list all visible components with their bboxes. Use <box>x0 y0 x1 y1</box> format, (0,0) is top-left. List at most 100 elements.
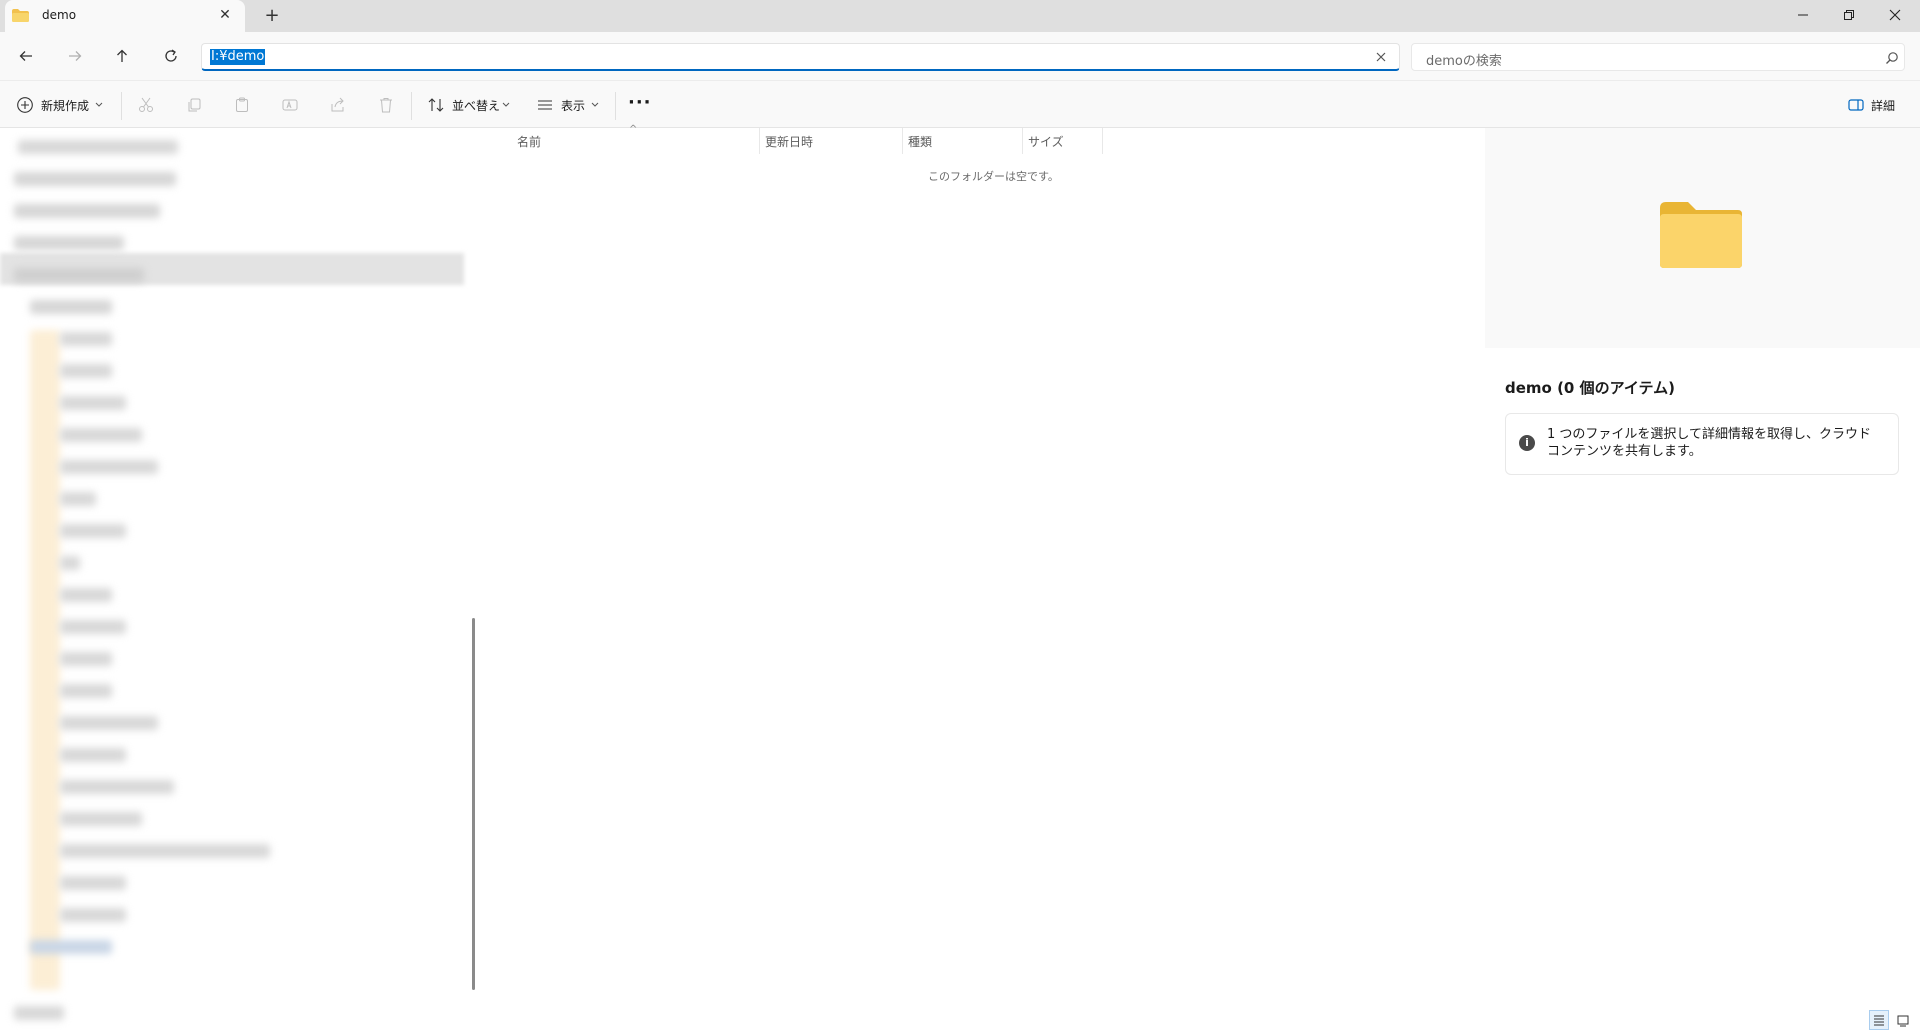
nav-item[interactable] <box>14 1006 64 1020</box>
close-icon <box>1889 9 1901 21</box>
nav-item[interactable] <box>60 812 142 826</box>
view-label[interactable]: 表示 <box>561 97 585 114</box>
nav-item[interactable] <box>60 716 158 730</box>
nav-item[interactable] <box>60 908 126 922</box>
cut-button[interactable] <box>136 95 156 115</box>
column-divider[interactable] <box>759 128 760 154</box>
minimize-icon <box>1798 14 1808 16</box>
clear-address-icon[interactable] <box>1373 49 1389 65</box>
arrow-left-icon <box>19 51 32 61</box>
back-button[interactable] <box>12 44 40 68</box>
details-label[interactable]: 詳細 <box>1871 97 1895 114</box>
forward-button[interactable] <box>61 44 89 68</box>
new-tab-button[interactable]: + <box>262 6 282 26</box>
search-placeholder[interactable]: demoの検索 <box>1426 50 1502 69</box>
nav-item[interactable] <box>18 140 178 154</box>
view-button[interactable] <box>535 95 555 115</box>
info-icon: i <box>1519 435 1535 451</box>
nav-item[interactable] <box>14 236 124 250</box>
large-icons-view-button[interactable] <box>1893 1010 1913 1030</box>
column-header-size[interactable]: サイズ <box>1028 133 1064 150</box>
nav-item[interactable] <box>60 396 126 410</box>
chevron-down-icon <box>95 102 103 107</box>
nav-item[interactable] <box>14 268 144 282</box>
column-divider[interactable] <box>1022 128 1023 154</box>
nav-item[interactable] <box>60 620 126 634</box>
close-window-button[interactable] <box>1872 0 1918 30</box>
nav-item[interactable] <box>60 428 142 442</box>
details-view-button[interactable] <box>1869 1010 1889 1030</box>
chevron-down-icon <box>502 102 510 107</box>
nav-item[interactable] <box>60 492 96 506</box>
nav-item[interactable] <box>30 300 112 314</box>
copy-button[interactable] <box>184 95 204 115</box>
minimize-button[interactable] <box>1780 0 1826 30</box>
restore-icon <box>1844 10 1854 20</box>
trash-icon <box>380 98 392 113</box>
details-info-text: 1 つのファイルを選択して詳細情報を取得し、クラウド コンテンツを共有します。 <box>1547 427 1872 459</box>
nav-item[interactable] <box>60 364 112 378</box>
tile-view-icon <box>1897 1015 1909 1027</box>
new-item-button[interactable] <box>15 95 35 115</box>
folder-icon <box>12 9 29 22</box>
search-icon[interactable] <box>1885 51 1899 65</box>
plus-circle-icon <box>17 97 33 113</box>
maximize-button[interactable] <box>1826 0 1872 30</box>
paste-button[interactable] <box>232 95 252 115</box>
sort-button[interactable] <box>426 95 446 115</box>
address-path[interactable]: I:¥demo <box>210 49 266 65</box>
nav-item[interactable] <box>60 780 174 794</box>
rename-button[interactable] <box>280 95 300 115</box>
details-pane-button[interactable] <box>1846 95 1866 115</box>
nav-item[interactable] <box>60 844 270 858</box>
column-header-modified[interactable]: 更新日時 <box>765 133 813 150</box>
up-button[interactable] <box>108 44 136 68</box>
chevron-down-icon <box>591 102 599 107</box>
large-folder-icon <box>1660 202 1742 268</box>
share-button[interactable] <box>328 95 348 115</box>
view-list-icon <box>538 100 552 110</box>
toolbar-divider <box>411 92 412 120</box>
tab-demo[interactable] <box>5 0 245 32</box>
nav-item[interactable] <box>60 332 112 346</box>
navigation-pane <box>0 128 472 1020</box>
column-divider[interactable] <box>1102 128 1103 154</box>
arrow-up-icon <box>117 49 127 62</box>
copy-icon <box>188 98 201 112</box>
nav-item[interactable] <box>14 204 160 218</box>
nav-item[interactable] <box>14 172 176 186</box>
column-header-type[interactable]: 種類 <box>908 133 932 150</box>
share-icon <box>331 97 344 112</box>
nav-item[interactable] <box>60 876 126 890</box>
details-info-card: i 1 つのファイルを選択して詳細情報を取得し、クラウド コンテンツを共有します… <box>1505 413 1899 475</box>
tab-close-icon[interactable]: ✕ <box>216 6 234 24</box>
address-bar[interactable]: I:¥demo <box>201 43 1400 71</box>
nav-item[interactable] <box>60 652 112 666</box>
empty-folder-message: このフォルダーは空です。 <box>928 170 1059 183</box>
nav-item[interactable] <box>60 748 126 762</box>
nav-item[interactable] <box>60 684 112 698</box>
more-options-button[interactable]: ··· <box>628 92 652 113</box>
column-divider[interactable] <box>902 128 903 154</box>
search-box[interactable]: demoの検索 <box>1411 43 1905 71</box>
toolbar-divider <box>121 92 122 120</box>
list-view-icon <box>1874 1015 1884 1026</box>
nav-item[interactable] <box>60 588 112 602</box>
folder-icons-column <box>30 330 60 990</box>
delete-button[interactable] <box>376 95 396 115</box>
column-header-name[interactable]: 名前 <box>517 133 541 150</box>
nav-item[interactable] <box>60 524 126 538</box>
refresh-button[interactable] <box>157 44 185 68</box>
nav-item[interactable] <box>60 460 158 474</box>
details-pane-icon <box>1848 99 1864 111</box>
arrow-right-icon <box>69 51 82 61</box>
navigation-scrollbar[interactable] <box>472 618 475 990</box>
clipboard-icon <box>236 97 248 112</box>
new-item-label[interactable]: 新規作成 <box>41 97 89 114</box>
sort-indicator: ^ <box>629 124 638 135</box>
nav-item[interactable] <box>30 940 112 954</box>
nav-item[interactable] <box>60 556 80 570</box>
details-title: demo (0 個のアイテム) <box>1505 379 1675 397</box>
sort-label[interactable]: 並べ替え <box>452 97 500 114</box>
rename-icon <box>282 99 298 111</box>
